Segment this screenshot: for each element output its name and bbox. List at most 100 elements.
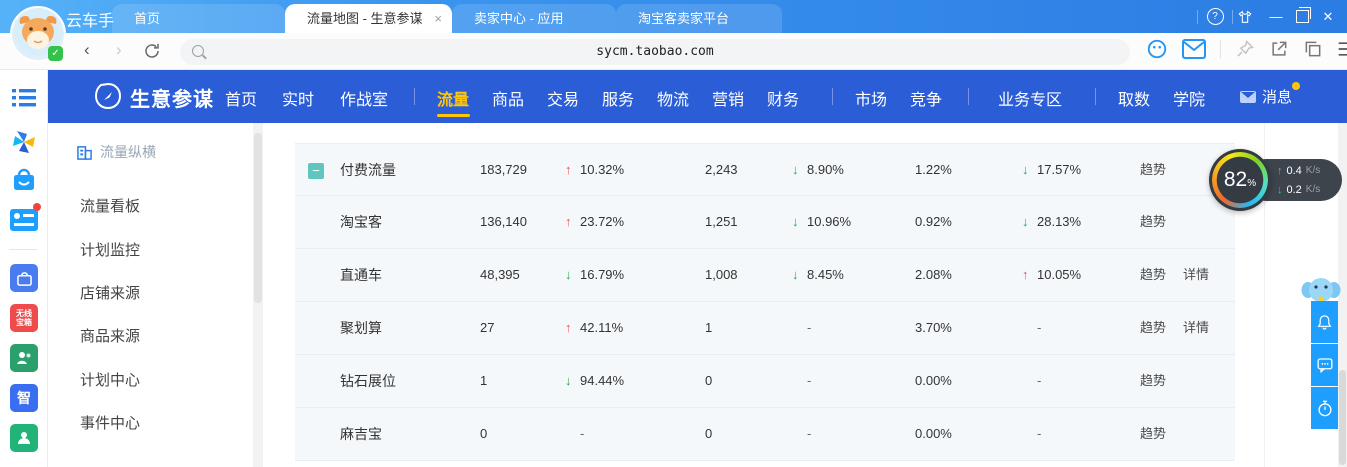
sidebar-item-traffic-board[interactable]: 流量看板: [80, 195, 140, 216]
trend-link[interactable]: 趋势: [1140, 302, 1166, 354]
forward-button[interactable]: ›: [116, 40, 122, 60]
source-name[interactable]: 付费流量: [340, 144, 396, 196]
rate-change: -: [1022, 408, 1041, 460]
menu-icon[interactable]: [1337, 40, 1347, 58]
nav-item-market[interactable]: 市场: [855, 86, 887, 110]
nav-item-realtime[interactable]: 实时: [282, 86, 314, 110]
rate-change: ↓17.57%: [1022, 144, 1081, 196]
blue-app-icon[interactable]: 智: [10, 384, 38, 412]
nav-message[interactable]: 消息: [1240, 86, 1292, 107]
contacts-green-icon[interactable]: [10, 344, 38, 372]
source-name[interactable]: 直通车: [340, 249, 382, 301]
sidebar-item-product-source[interactable]: 商品来源: [80, 325, 140, 346]
tab-close-icon[interactable]: ×: [434, 4, 442, 33]
trend-arrow-icon: ↑: [565, 302, 580, 354]
table-row[interactable]: 淘宝客 136,140 ↑23.72% 1,251 ↓10.96% 0.92% …: [295, 196, 1235, 249]
shopping-bag-icon[interactable]: [10, 166, 38, 194]
nav-item-traffic[interactable]: 流量: [437, 86, 469, 110]
buyers-value: 1,008: [705, 249, 738, 301]
nav-item-home[interactable]: 首页: [225, 86, 257, 110]
divider: [832, 88, 833, 105]
nav-item-college[interactable]: 学院: [1173, 86, 1205, 110]
table-row[interactable]: 麻吉宝 0 - 0 - 0.00% - 趋势: [295, 408, 1235, 461]
notifications-button[interactable]: [1311, 301, 1338, 343]
minimize-button[interactable]: —: [1263, 9, 1289, 24]
refresh-button[interactable]: [143, 42, 161, 60]
source-name[interactable]: 聚划算: [340, 302, 382, 354]
back-button[interactable]: ‹: [84, 40, 90, 60]
scrollbar-thumb[interactable]: [254, 133, 262, 303]
nav-item-marketing[interactable]: 营销: [712, 86, 744, 110]
trend-link[interactable]: 趋势: [1140, 144, 1166, 196]
restore-button[interactable]: [1289, 10, 1315, 23]
message-card-icon[interactable]: [10, 206, 38, 234]
trend-link[interactable]: 趋势: [1140, 355, 1166, 407]
url-text[interactable]: sycm.taobao.com: [180, 39, 1130, 65]
source-name[interactable]: 淘宝客: [340, 196, 382, 248]
nav-item-data[interactable]: 取数: [1118, 86, 1150, 110]
nav-item-biz-zone[interactable]: 业务专区: [998, 86, 1062, 110]
tab-traffic-map[interactable]: 流量地图 - 生意参谋 ×: [285, 4, 452, 33]
close-button[interactable]: ✕: [1315, 9, 1341, 25]
table-row[interactable]: − 付费流量 183,729 ↑10.32% 2,243 ↓8.90% 1.22…: [295, 143, 1235, 196]
app-bag-icon[interactable]: [10, 264, 38, 292]
trend-arrow-icon: ↓: [792, 249, 807, 301]
source-name[interactable]: 麻吉宝: [340, 408, 382, 460]
duplicate-icon[interactable]: [1303, 39, 1323, 59]
nav-item-service[interactable]: 服务: [602, 86, 634, 110]
trend-arrow-icon: ↑: [1022, 249, 1037, 301]
table-row[interactable]: 聚划算 27 ↑42.11% 1 - 3.70% - 趋势 详情: [295, 302, 1235, 355]
scrollbar-thumb[interactable]: [1339, 370, 1346, 465]
pin-icon[interactable]: [1235, 39, 1255, 59]
wuxian-baoxiang-icon[interactable]: 无线宝箱: [10, 304, 38, 332]
help-icon: ?: [1207, 8, 1224, 25]
pinwheel-icon[interactable]: [10, 128, 38, 156]
open-external-icon[interactable]: [1269, 39, 1289, 59]
detail-link[interactable]: 详情: [1183, 302, 1209, 354]
detail-link[interactable]: 详情: [1183, 249, 1209, 301]
nav-item-product[interactable]: 商品: [492, 86, 524, 110]
restore-icon: [1296, 10, 1309, 23]
mail-icon[interactable]: [1182, 39, 1206, 59]
nav-item-trade[interactable]: 交易: [547, 86, 579, 110]
search-icon: [192, 45, 204, 57]
nav-item-finance[interactable]: 财务: [767, 86, 799, 110]
tab-taokeke[interactable]: 淘宝客卖家平台: [616, 4, 782, 33]
sidebar-scrollbar[interactable]: [253, 123, 263, 467]
collapse-toggle[interactable]: −: [308, 163, 324, 179]
tab-home[interactable]: 首页: [112, 4, 285, 33]
sycm-brand[interactable]: 生意参谋: [130, 83, 214, 112]
nav-item-compete[interactable]: 竞争: [910, 86, 942, 110]
window-controls: ? — ✕: [1193, 0, 1341, 33]
source-name[interactable]: 钻石展位: [340, 355, 396, 407]
sidebar-item-event-center[interactable]: 事件中心: [80, 412, 140, 433]
table-row[interactable]: 钻石展位 1 ↓94.44% 0 - 0.00% - 趋势: [295, 355, 1235, 408]
nav-item-logistics[interactable]: 物流: [657, 86, 689, 110]
trend-link[interactable]: 趋势: [1140, 408, 1166, 460]
feedback-button[interactable]: [1311, 344, 1338, 386]
nav-item-battleroom[interactable]: 作战室: [340, 86, 388, 110]
buyers-change: ↓8.45%: [792, 249, 844, 301]
history-timer-button[interactable]: [1311, 387, 1338, 429]
menu-list-icon[interactable]: [10, 84, 38, 112]
sidebar-item-shop-source[interactable]: 店铺来源: [80, 282, 140, 303]
tab-label: 卖家中心 - 应用: [474, 11, 564, 26]
trend-arrow-icon: ↑: [565, 196, 580, 248]
elephant-mascot-icon[interactable]: [1301, 277, 1341, 303]
table-row[interactable]: 直通车 48,395 ↓16.79% 1,008 ↓8.45% 2.08% ↑1…: [295, 249, 1235, 302]
buyers-change: -: [792, 302, 811, 354]
divider: [1220, 40, 1221, 58]
trend-link[interactable]: 趋势: [1140, 196, 1166, 248]
skin-button[interactable]: [1237, 9, 1263, 25]
visitors-change: -: [565, 408, 584, 460]
url-bar[interactable]: sycm.taobao.com: [180, 39, 1130, 65]
sidebar-item-plan-monitor[interactable]: 计划监控: [80, 239, 140, 260]
trend-link[interactable]: 趋势: [1140, 249, 1166, 301]
optimization-score-dial[interactable]: 82%: [1209, 149, 1271, 211]
member-green-icon[interactable]: [10, 424, 38, 452]
wangwang-icon[interactable]: [1146, 38, 1168, 60]
buyers-change: -: [792, 408, 811, 460]
help-button[interactable]: ?: [1202, 8, 1228, 25]
tab-seller-center[interactable]: 卖家中心 - 应用: [452, 4, 616, 33]
sidebar-item-plan-center[interactable]: 计划中心: [80, 369, 140, 390]
